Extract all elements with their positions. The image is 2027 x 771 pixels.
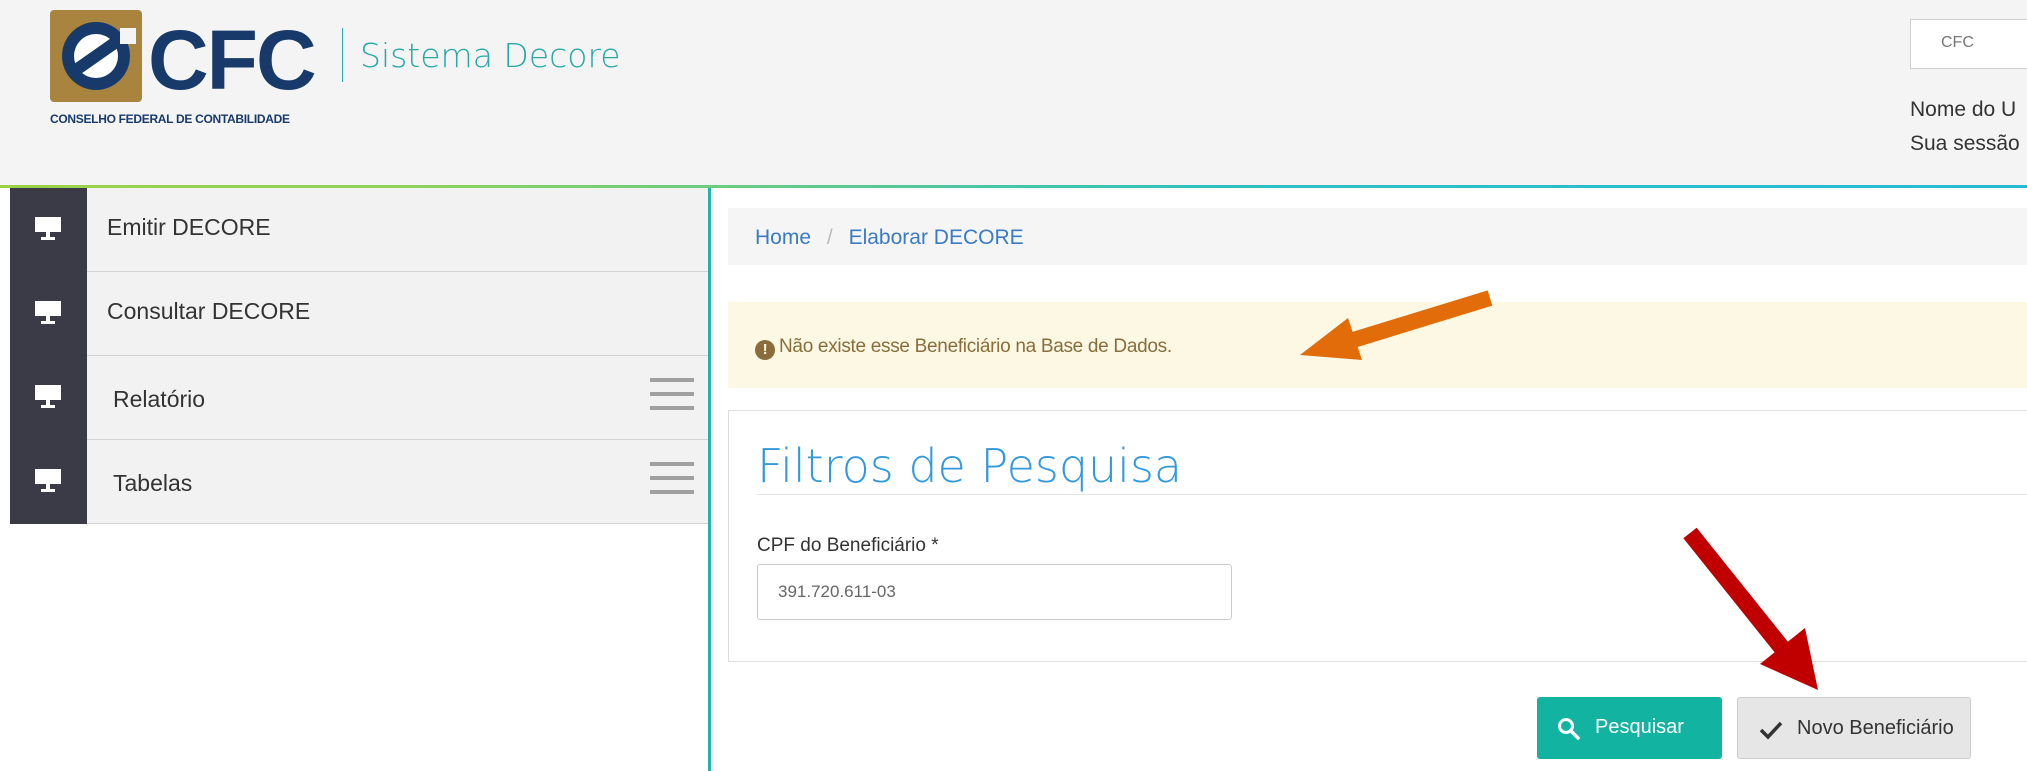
system-name: Sistema Decore [360, 36, 621, 75]
panel-title: Filtros de Pesquisa [757, 439, 1183, 493]
sidebar-border [708, 188, 711, 771]
header-divider [342, 28, 343, 82]
monitor-icon [35, 385, 61, 408]
logo-subtitle: CONSELHO FEDERAL DE CONTABILIDADE [50, 112, 290, 126]
sidebar-icon-box [10, 356, 87, 440]
search-icon [1558, 718, 1580, 740]
sidebar: Emitir DECORE Consultar DECORE Relatório [10, 188, 710, 771]
monitor-icon [35, 217, 61, 240]
alert-content: ! Não existe esse Beneficiário na Base de… [755, 336, 1172, 360]
search-filters-panel: Filtros de Pesquisa CPF do Beneficiário … [728, 410, 2027, 662]
breadcrumb-separator: / [826, 226, 833, 249]
cfc-gear-logo-icon [50, 10, 142, 102]
breadcrumb: Home / Elaborar DECORE [728, 208, 2027, 265]
hamburger-menu-icon[interactable] [650, 462, 694, 502]
monitor-icon [35, 301, 61, 324]
sidebar-item-label: Relatório [113, 386, 206, 412]
new-beneficiary-button-label: Novo Beneficiário [1797, 717, 1954, 739]
monitor-icon [35, 469, 61, 492]
breadcrumb-current[interactable]: Elaborar DECORE [849, 226, 1024, 249]
sidebar-item-tabelas[interactable]: Tabelas [10, 440, 710, 524]
sidebar-item-consultar-decore[interactable]: Consultar DECORE [10, 272, 710, 356]
logo-wordmark: CFC [148, 13, 317, 107]
warning-alert: ! Não existe esse Beneficiário na Base de… [728, 302, 2027, 388]
app-header: CFC CONSELHO FEDERAL DE CONTABILIDADE Si… [0, 0, 2027, 185]
session-line: Sua sessão [1910, 132, 2020, 155]
sidebar-icon-box [10, 272, 87, 356]
sidebar-item-emitir-decore[interactable]: Emitir DECORE [10, 188, 710, 272]
new-beneficiary-button[interactable]: Novo Beneficiário [1737, 697, 1971, 759]
exclamation-circle-icon: ! [755, 340, 775, 360]
user-info: Nome do U Sua sessão [1910, 93, 2020, 161]
cpf-input[interactable] [757, 564, 1232, 620]
sidebar-icon-box [10, 440, 87, 524]
sidebar-icon-box [10, 188, 87, 272]
sidebar-item-label: Emitir DECORE [107, 214, 271, 240]
organization-select[interactable]: CFC [1910, 19, 2027, 69]
search-button[interactable]: Pesquisar [1537, 697, 1722, 759]
hamburger-menu-icon[interactable] [650, 378, 694, 418]
sidebar-item-label: Tabelas [113, 470, 193, 496]
panel-title-divider [757, 494, 2027, 495]
alert-message: Não existe esse Beneficiário na Base de … [779, 336, 1172, 357]
cpf-label: CPF do Beneficiário * [757, 535, 939, 556]
search-button-label: Pesquisar [1595, 716, 1684, 738]
sidebar-item-label: Consultar DECORE [107, 298, 311, 324]
checkmark-icon [1759, 721, 1783, 740]
user-name-line: Nome do U [1910, 98, 2017, 121]
cfc-logo[interactable]: CFC CONSELHO FEDERAL DE CONTABILIDADE [50, 10, 330, 130]
breadcrumb-home-link[interactable]: Home [755, 226, 811, 249]
sidebar-item-relatorio[interactable]: Relatório [10, 356, 710, 440]
